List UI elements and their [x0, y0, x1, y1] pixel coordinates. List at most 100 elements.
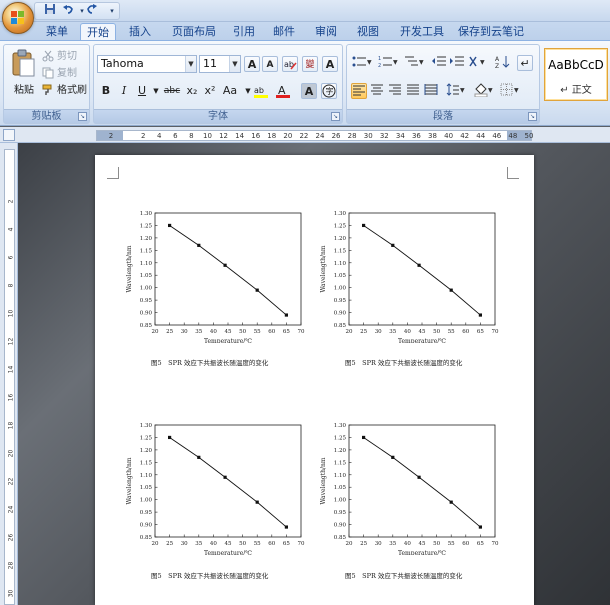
- x-tick-label: 70: [492, 541, 499, 547]
- document-page[interactable]: 20 25 30 35 40 45 50 55 60 65 70 0.85 0.90 0.95 1.00 1.…: [95, 155, 534, 605]
- superscript-button[interactable]: x²: [202, 83, 218, 99]
- copy-button[interactable]: 复制: [42, 67, 77, 81]
- y-tick-label: 0.95: [334, 298, 347, 304]
- ruler-tick-label: 8: [189, 132, 194, 140]
- paragraph-dialog-launcher[interactable]: ↘: [528, 112, 537, 121]
- phonetic-guide-icon[interactable]: 變: [302, 56, 318, 72]
- tab-view[interactable]: 视图: [352, 23, 384, 41]
- strikethrough-button[interactable]: abc: [162, 83, 182, 99]
- y-tick-label: 1.25: [140, 435, 153, 441]
- shrink-font-label: A: [266, 60, 274, 70]
- y-tick-label: 1.30: [140, 423, 153, 429]
- x-tick-label: 65: [283, 329, 290, 335]
- x-tick-label: 45: [225, 541, 232, 547]
- tab-references[interactable]: 引用: [228, 23, 260, 41]
- copy-icon: [42, 67, 54, 79]
- office-button[interactable]: [2, 2, 34, 34]
- tab-save-to-cloud-notes[interactable]: 保存到云笔记: [456, 23, 526, 41]
- grow-font-button[interactable]: A: [244, 56, 260, 72]
- character-border-icon[interactable]: A: [322, 56, 338, 72]
- show-paragraph-marks-icon[interactable]: ↵: [517, 55, 533, 71]
- ruler-tick-label: 38: [428, 132, 437, 140]
- ruler-tick-label: 2: [108, 132, 114, 140]
- tab-mailings[interactable]: 邮件: [268, 23, 300, 41]
- chart-4: 20 25 30 35 40 45 50 55 60 65 70 0.85 0.90 0.95 1.00 1.…: [309, 415, 509, 555]
- vertical-ruler[interactable]: 2 4 6 8 10 12 14 16 18 20 22 24 26 28 30: [0, 143, 18, 605]
- line-spacing-icon[interactable]: ▼: [445, 83, 467, 99]
- font-name-combo[interactable]: Tahoma ▼: [97, 55, 197, 73]
- tab-menu[interactable]: 菜单: [40, 23, 74, 41]
- font-color-icon[interactable]: A: [274, 83, 292, 99]
- style-name: ↵ 正文: [560, 85, 592, 96]
- ruler-tick-label: 48: [508, 132, 518, 140]
- ruler-tick-label: 34: [395, 132, 405, 140]
- cut-button[interactable]: 剪切: [42, 50, 77, 64]
- horizontal-ruler[interactable]: 2 2 4 6 8 10 12 14 16 18 20 22 24 26 28 30 32 34 36 38 40 42 4…: [96, 130, 533, 141]
- text-direction-icon[interactable]: ▼: [467, 55, 491, 71]
- font-size-combo[interactable]: 11 ▼: [199, 55, 241, 73]
- increase-indent-icon[interactable]: [449, 55, 465, 71]
- tab-home[interactable]: 开始: [80, 23, 116, 41]
- enclose-characters-icon[interactable]: 字: [321, 83, 337, 99]
- plot-frame: [154, 424, 302, 538]
- chart-svg: 20 25 30 35 40 45 50 55 60 65 70 0.85 0.90 0.95 1.00 1.…: [320, 423, 499, 555]
- series-line: [169, 225, 287, 316]
- ruler-tick-label: 30: [363, 132, 373, 140]
- shrink-font-button[interactable]: A: [262, 56, 278, 72]
- decrease-indent-icon[interactable]: [431, 55, 447, 71]
- multilevel-list-icon[interactable]: ▼: [403, 55, 425, 71]
- character-shading-icon[interactable]: A: [301, 83, 317, 99]
- tab-review[interactable]: 审阅: [310, 23, 342, 41]
- y-tick-label: 1.05: [140, 485, 153, 491]
- y-tick-label: 0.85: [140, 535, 153, 541]
- font-dialog-launcher[interactable]: ↘: [331, 112, 340, 121]
- ruler-toggle-button[interactable]: [3, 129, 15, 141]
- subscript-button[interactable]: x₂: [184, 83, 200, 99]
- svg-text:▼: ▼: [419, 59, 424, 66]
- tab-page-layout[interactable]: 页面布局: [166, 23, 222, 41]
- numbering-icon[interactable]: 1 2 ▼: [377, 55, 399, 71]
- change-case-button[interactable]: Aa: [220, 83, 240, 99]
- redo-icon[interactable]: [84, 3, 100, 19]
- align-left-icon[interactable]: [351, 83, 367, 99]
- x-tick-label: 30: [181, 329, 188, 335]
- paste-button[interactable]: 粘贴: [10, 49, 38, 103]
- italic-button[interactable]: I: [116, 83, 132, 99]
- x-tick-label: 35: [195, 329, 202, 335]
- y-tick-label: 1.15: [334, 460, 347, 466]
- y-tick-label: 1.20: [140, 448, 153, 454]
- x-axis-label: Temperature/℃: [398, 338, 446, 343]
- x-tick-label: 65: [283, 541, 290, 547]
- customize-toolbar-icon[interactable]: ▾: [104, 3, 120, 19]
- y-tick-label: 1.10: [334, 473, 347, 479]
- save-icon[interactable]: [42, 3, 58, 19]
- borders-icon[interactable]: ▼: [499, 83, 521, 99]
- y-axis-label: Wavelength/nm: [126, 245, 133, 292]
- clipboard-dialog-launcher[interactable]: ↘: [78, 112, 87, 121]
- justify-icon[interactable]: [405, 83, 421, 99]
- clear-formatting-icon[interactable]: ab: [282, 56, 298, 72]
- x-tick-label: 25: [166, 541, 173, 547]
- format-painter-button[interactable]: 格式刷: [42, 84, 87, 98]
- align-right-icon[interactable]: [387, 83, 403, 99]
- data-point: [255, 500, 259, 504]
- highlight-color-icon[interactable]: ab: [252, 83, 272, 99]
- data-point: [478, 525, 482, 529]
- tab-insert[interactable]: 插入: [122, 23, 158, 41]
- chart-3: 20 25 30 35 40 45 50 55 60 65 70 0.85 0.90 0.95 1.00 1.…: [115, 415, 315, 555]
- bullets-icon[interactable]: ▼: [351, 55, 373, 71]
- crop-mark-top-right: [507, 167, 519, 179]
- y-tick-label: 1.05: [140, 273, 153, 279]
- bold-button[interactable]: B: [98, 83, 114, 99]
- font-name-value: Tahoma: [101, 57, 144, 70]
- sort-icon[interactable]: AZ: [495, 55, 511, 71]
- shading-icon[interactable]: ▼: [473, 83, 495, 99]
- data-point: [255, 288, 259, 292]
- align-center-icon[interactable]: [369, 83, 385, 99]
- style-normal[interactable]: AaBbCcD ↵ 正文: [544, 48, 608, 101]
- ruler-tick-label: 6: [173, 132, 178, 140]
- x-tick-label: 65: [477, 329, 484, 335]
- y-tick-label: 1.05: [334, 273, 347, 279]
- distributed-icon[interactable]: [423, 83, 439, 99]
- tab-developer[interactable]: 开发工具: [394, 23, 450, 41]
